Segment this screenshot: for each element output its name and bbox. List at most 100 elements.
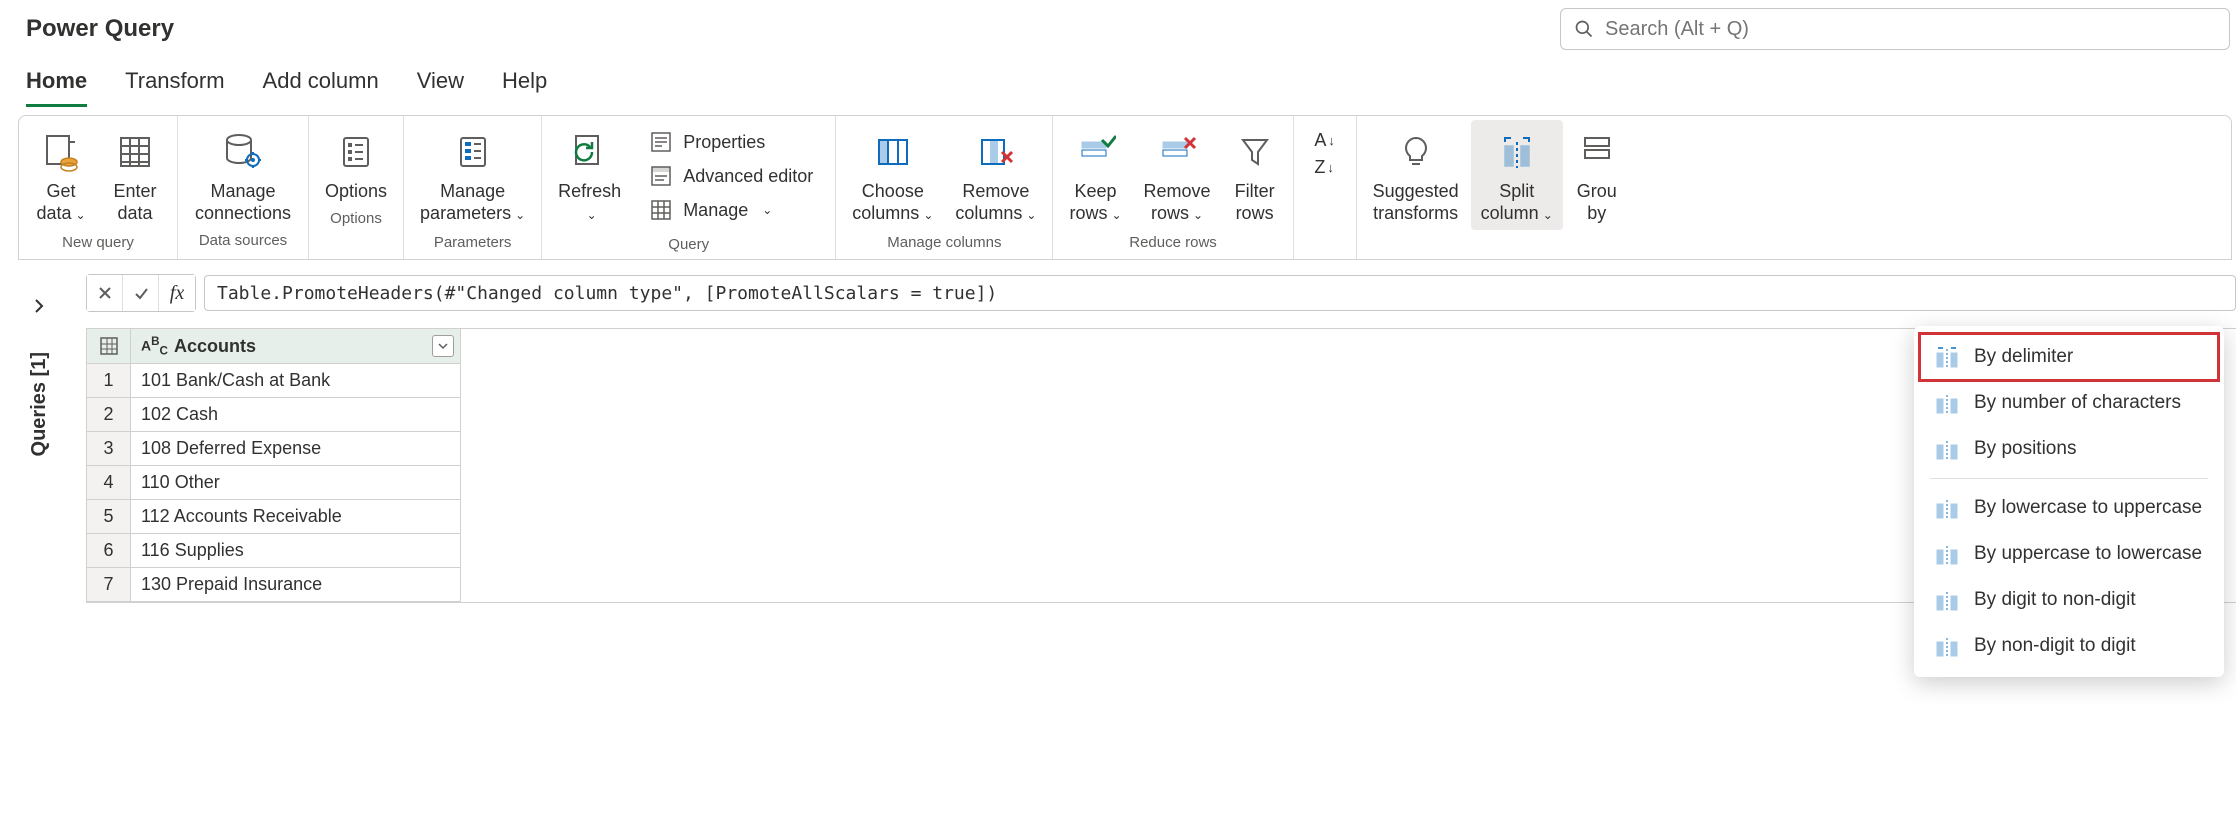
choose-columns-icon <box>871 130 915 174</box>
enter-data-button[interactable]: Enter data <box>99 120 171 228</box>
group-options: Options Options <box>309 116 404 259</box>
keep-rows-label: Keep rows⌄ <box>1069 180 1121 226</box>
tab-home[interactable]: Home <box>26 62 87 107</box>
advanced-editor-icon <box>649 164 673 188</box>
fx-icon: fx <box>170 282 184 305</box>
cell-accounts[interactable]: 110 Other <box>131 466 461 500</box>
sort-button[interactable]: A↓ Z↓ <box>1300 120 1350 188</box>
group-manage-columns: Choose columns⌄ Remove columns⌄ Manage c… <box>836 116 1053 259</box>
column-filter-button[interactable] <box>432 335 454 357</box>
group-label-options: Options <box>330 208 382 229</box>
filter-rows-label: Filter rows <box>1235 180 1275 224</box>
split-by-positions[interactable]: By positions <box>1920 426 2218 472</box>
group-by-label: Grou by <box>1577 180 1617 224</box>
group-by-button[interactable]: Grou by <box>1565 120 1629 228</box>
tab-view[interactable]: View <box>417 62 464 107</box>
split-icon <box>1934 344 1960 370</box>
dd-label: By digit to non-digit <box>1974 589 2136 611</box>
suggested-transforms-button[interactable]: Suggested transforms <box>1363 120 1469 228</box>
remove-columns-icon <box>974 130 1018 174</box>
advanced-editor-button[interactable]: Advanced editor <box>641 160 821 192</box>
body: Queries [1] fx ABC Accounts 1101 <box>0 274 2236 603</box>
manage-parameters-label: Manage parameters⌄ <box>420 180 525 226</box>
remove-columns-button[interactable]: Remove columns⌄ <box>945 120 1046 230</box>
commit-formula-button[interactable] <box>123 275 159 311</box>
dropdown-separator <box>1930 478 2208 479</box>
refresh-icon <box>568 130 612 174</box>
manage-query-button[interactable]: Manage⌄ <box>641 194 821 226</box>
split-column-icon <box>1495 130 1539 174</box>
get-data-button[interactable]: Get data⌄ <box>25 120 97 230</box>
table-icon <box>649 198 673 222</box>
formula-input[interactable] <box>204 275 2236 311</box>
enter-data-label: Enter data <box>113 180 156 224</box>
options-button[interactable]: Options <box>315 120 397 206</box>
split-lowercase-to-uppercase[interactable]: By lowercase to uppercase <box>1920 485 2218 531</box>
parameters-icon <box>451 130 495 174</box>
split-non-digit-to-digit[interactable]: By non-digit to digit <box>1920 623 2218 669</box>
group-transform: Suggested transforms Split column⌄ Grou … <box>1357 116 1635 259</box>
dd-label: By lowercase to uppercase <box>1974 497 2202 519</box>
group-by-icon <box>1575 130 1619 174</box>
remove-rows-button[interactable]: Remove rows⌄ <box>1134 120 1221 230</box>
tab-transform[interactable]: Transform <box>125 62 224 107</box>
options-icon <box>334 130 378 174</box>
dd-label: By non-digit to digit <box>1974 635 2136 657</box>
column-header-accounts[interactable]: ABC Accounts <box>131 329 461 364</box>
enter-data-icon <box>113 130 157 174</box>
group-data-sources: Manage connections Data sources <box>178 116 309 259</box>
refresh-button[interactable]: Refresh⌄ <box>548 120 631 230</box>
cell-accounts[interactable]: 101 Bank/Cash at Bank <box>131 364 461 398</box>
manage-parameters-button[interactable]: Manage parameters⌄ <box>410 120 535 230</box>
split-column-dropdown: By delimiter By number of characters By … <box>1914 326 2224 677</box>
manage-connections-button[interactable]: Manage connections <box>184 120 302 228</box>
keep-rows-button[interactable]: Keep rows⌄ <box>1059 120 1131 230</box>
expand-queries-button[interactable] <box>17 284 61 328</box>
split-by-delimiter[interactable]: By delimiter <box>1920 334 2218 380</box>
choose-columns-button[interactable]: Choose columns⌄ <box>842 120 943 230</box>
row-index: 1 <box>87 364 131 398</box>
split-icon <box>1934 495 1960 521</box>
split-uppercase-to-lowercase[interactable]: By uppercase to lowercase <box>1920 531 2218 577</box>
split-digit-to-non-digit[interactable]: By digit to non-digit <box>1920 577 2218 623</box>
manage-query-label: Manage <box>683 200 748 221</box>
column-header-label: Accounts <box>174 336 256 357</box>
cell-accounts[interactable]: 116 Supplies <box>131 534 461 568</box>
cell-accounts[interactable]: 102 Cash <box>131 398 461 432</box>
queries-pane-collapsed: Queries [1] <box>0 274 58 603</box>
group-label-transform <box>1494 232 1498 253</box>
ribbon-tabs: Home Transform Add column View Help <box>0 62 2236 107</box>
tab-help[interactable]: Help <box>502 62 547 107</box>
search-input[interactable] <box>1560 8 2230 50</box>
group-parameters: Manage parameters⌄ Parameters <box>404 116 542 259</box>
split-column-label: Split column⌄ <box>1481 180 1553 226</box>
cell-accounts[interactable]: 130 Prepaid Insurance <box>131 568 461 602</box>
cell-accounts[interactable]: 112 Accounts Receivable <box>131 500 461 534</box>
row-index: 4 <box>87 466 131 500</box>
type-text-icon: ABC <box>141 335 168 357</box>
tab-add-column[interactable]: Add column <box>263 62 379 107</box>
row-index: 5 <box>87 500 131 534</box>
refresh-label: Refresh⌄ <box>558 180 621 226</box>
database-gear-icon <box>221 130 265 174</box>
cancel-formula-button[interactable] <box>87 275 123 311</box>
queries-label[interactable]: Queries [1] <box>28 352 51 456</box>
get-data-icon <box>39 130 83 174</box>
split-by-number-of-characters[interactable]: By number of characters <box>1920 380 2218 426</box>
group-sort: A↓ Z↓ <box>1294 116 1357 259</box>
main-area: fx ABC Accounts 1101 Bank/Cash at Bank21… <box>58 274 2236 603</box>
table-icon <box>99 336 119 356</box>
sort-asc-icon[interactable]: A↓ <box>1314 130 1335 151</box>
fx-button[interactable]: fx <box>159 275 195 311</box>
keep-rows-icon <box>1074 130 1118 174</box>
cell-accounts[interactable]: 108 Deferred Expense <box>131 432 461 466</box>
row-index-header[interactable] <box>87 329 131 364</box>
ribbon: Get data⌄ Enter data New query Manage co… <box>18 115 2232 260</box>
group-label-manage-columns: Manage columns <box>887 232 1001 253</box>
sort-desc-icon[interactable]: Z↓ <box>1314 157 1335 178</box>
filter-rows-button[interactable]: Filter rows <box>1223 120 1287 228</box>
properties-button[interactable]: Properties <box>641 126 821 158</box>
remove-rows-label: Remove rows⌄ <box>1144 180 1211 226</box>
title-bar: Power Query <box>0 0 2236 62</box>
split-column-button[interactable]: Split column⌄ <box>1471 120 1563 230</box>
